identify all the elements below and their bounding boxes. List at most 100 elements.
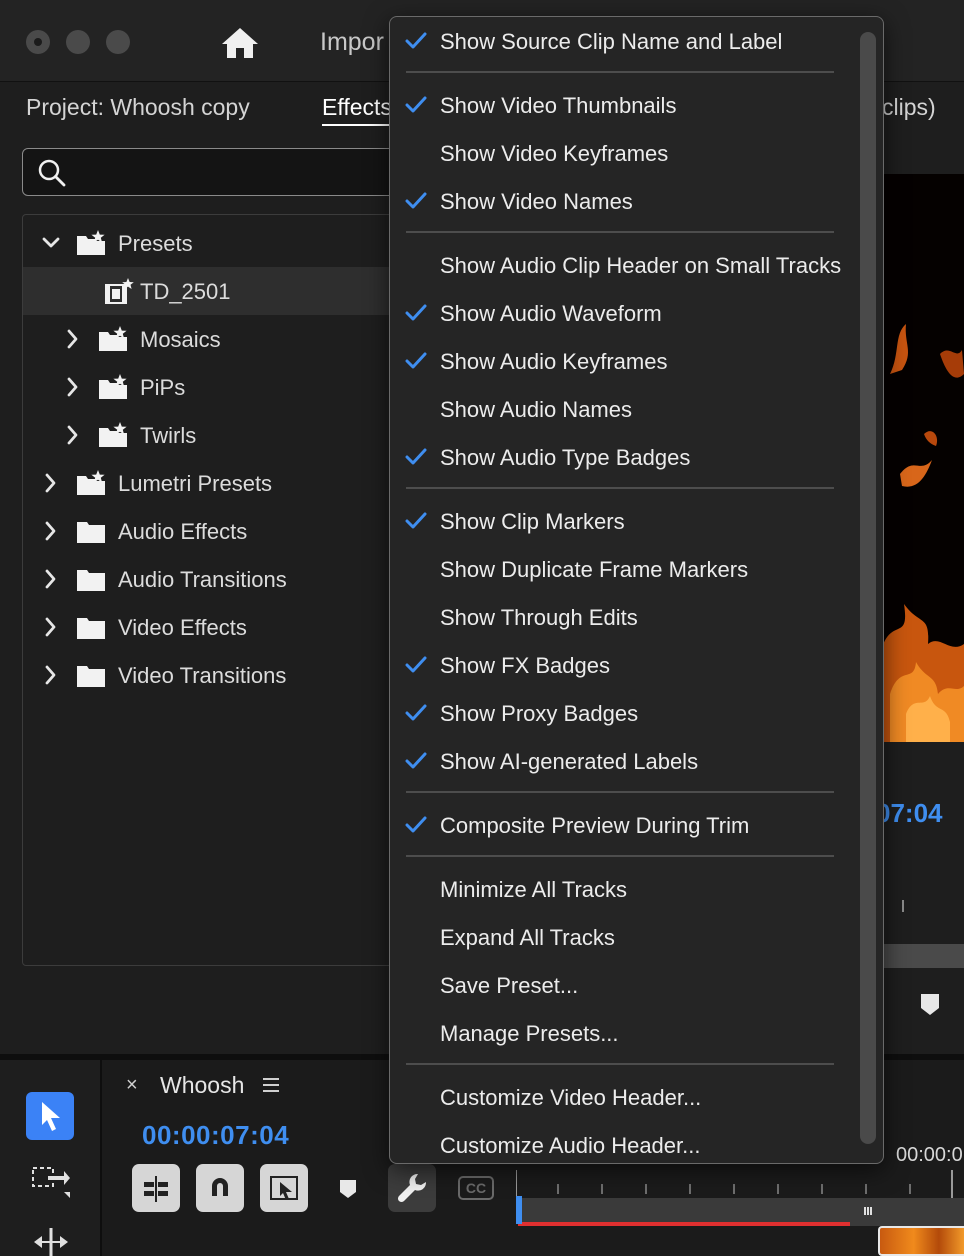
sequence-tab-name[interactable]: Whoosh: [160, 1072, 244, 1099]
tree-item-label: Twirls: [140, 423, 197, 448]
tree-item-presets[interactable]: Presets: [23, 219, 401, 267]
linked-selection-icon: [270, 1176, 298, 1200]
checkmark-icon: [405, 32, 427, 49]
menu-item-show-ai-generated-labels[interactable]: Show AI-generated Labels: [405, 741, 845, 781]
tree-item-video-effects[interactable]: Video Effects: [23, 603, 401, 651]
home-icon[interactable]: [220, 26, 260, 60]
menu-scrollbar[interactable]: [860, 32, 876, 1144]
time-ruler[interactable]: [516, 1170, 964, 1200]
preset-folder-icon: [77, 230, 105, 255]
close-window-button[interactable]: [26, 30, 50, 54]
add-marker-icon[interactable]: [338, 1178, 358, 1200]
menu-item-minimize-all-tracks[interactable]: Minimize All Tracks: [405, 869, 845, 909]
selection-tool-button[interactable]: [26, 1092, 74, 1140]
menu-item-show-proxy-badges[interactable]: Show Proxy Badges: [405, 693, 845, 733]
chevron-right-icon[interactable]: [41, 471, 61, 495]
checkmark-icon: [405, 448, 427, 465]
close-sequence-tab-icon[interactable]: ×: [126, 1074, 138, 1097]
menu-item-show-fx-badges[interactable]: Show FX Badges: [405, 645, 845, 685]
menu-item-composite-preview-during-trim[interactable]: Composite Preview During Trim: [405, 805, 845, 845]
checkmark-icon: [405, 816, 427, 833]
chevron-right-icon[interactable]: [41, 519, 61, 543]
program-zoom-scrollbar[interactable]: [880, 944, 964, 968]
video-clip-thumbnail[interactable]: [878, 1226, 964, 1256]
chevron-down-icon[interactable]: [41, 231, 61, 255]
menu-item-show-audio-waveform[interactable]: Show Audio Waveform: [405, 293, 845, 333]
program-timecode[interactable]: 07:04: [876, 798, 943, 829]
menu-item-show-source-clip-name-and-label[interactable]: Show Source Clip Name and Label: [405, 21, 845, 61]
linked-selection-button[interactable]: [260, 1164, 308, 1212]
menu-item-show-through-edits[interactable]: Show Through Edits: [405, 597, 845, 637]
insert-sequence-as-nest-button[interactable]: [132, 1164, 180, 1212]
menu-item-show-duplicate-frame-markers[interactable]: Show Duplicate Frame Markers: [405, 549, 845, 589]
menu-item-label: Save Preset...: [440, 973, 579, 998]
tree-item-audio-effects[interactable]: Audio Effects: [23, 507, 401, 555]
menu-item-manage-presets[interactable]: Manage Presets...: [405, 1013, 845, 1053]
menu-item-show-audio-keyframes[interactable]: Show Audio Keyframes: [405, 341, 845, 381]
scroll-grip-icon: [864, 1207, 872, 1215]
project-tab[interactable]: Project: Whoosh copy: [26, 94, 250, 121]
playhead[interactable]: [516, 1196, 522, 1224]
menu-item-show-audio-clip-header-on-small-tracks[interactable]: Show Audio Clip Header on Small Tracks: [405, 245, 845, 285]
checkmark-icon: [405, 304, 427, 321]
add-marker-icon[interactable]: [918, 992, 942, 1016]
chevron-right-icon[interactable]: [41, 615, 61, 639]
chevron-right-icon[interactable]: [63, 423, 83, 447]
tree-item-label: Presets: [118, 231, 193, 256]
menu-item-show-video-names[interactable]: Show Video Names: [405, 181, 845, 221]
preset-clip-icon: [105, 278, 134, 304]
chevron-right-icon[interactable]: [63, 327, 83, 351]
checkmark-icon: [405, 752, 427, 769]
tree-item-pips[interactable]: PiPs: [23, 363, 401, 411]
effects-tab[interactable]: Effects: [322, 94, 392, 126]
tree-item-mosaics[interactable]: Mosaics: [23, 315, 401, 363]
chevron-right-icon[interactable]: [63, 375, 83, 399]
tree-item-label: Audio Effects: [118, 519, 248, 544]
effects-search-input[interactable]: [22, 148, 402, 196]
menu-item-show-clip-markers[interactable]: Show Clip Markers: [405, 501, 845, 541]
menu-item-label: Customize Video Header...: [440, 1085, 702, 1110]
preset-folder-icon: [99, 374, 127, 399]
track-select-forward-tool-icon[interactable]: [30, 1162, 72, 1202]
import-tab[interactable]: Impor: [320, 28, 384, 57]
tree-item-label: Audio Transitions: [118, 567, 287, 592]
menu-item-expand-all-tracks[interactable]: Expand All Tracks: [405, 917, 845, 957]
tree-item-lumetri-presets[interactable]: Lumetri Presets: [23, 459, 401, 507]
preset-folder-icon: [99, 326, 127, 351]
chevron-right-icon[interactable]: [41, 663, 61, 687]
chevron-right-icon[interactable]: [41, 567, 61, 591]
checkmark-icon: [405, 192, 427, 209]
magnet-icon: [212, 1178, 228, 1196]
zoom-window-button[interactable]: [106, 30, 130, 54]
menu-item-show-audio-names[interactable]: Show Audio Names: [405, 389, 845, 429]
menu-item-label: Show Audio Keyframes: [440, 349, 668, 374]
menu-item-customize-audio-header[interactable]: Customize Audio Header...: [405, 1125, 845, 1165]
checkmark-icon: [405, 704, 427, 721]
media-browser-tab[interactable]: clips): [882, 94, 936, 121]
ripple-edit-tool-icon[interactable]: [30, 1226, 72, 1256]
checkmark-icon: [405, 656, 427, 673]
sequence-timecode[interactable]: 00:00:07:04: [142, 1120, 289, 1151]
tree-item-video-transitions[interactable]: Video Transitions: [23, 651, 401, 699]
tree-item-twirls[interactable]: Twirls: [23, 411, 401, 459]
tree-item-label: PiPs: [140, 375, 186, 400]
snap-button[interactable]: [196, 1164, 244, 1212]
menu-item-show-video-keyframes[interactable]: Show Video Keyframes: [405, 133, 845, 173]
minimize-window-button[interactable]: [66, 30, 90, 54]
timeline-display-settings-button[interactable]: [388, 1164, 436, 1212]
menu-separator: [406, 855, 834, 857]
program-monitor-preview: [880, 174, 964, 742]
captions-button[interactable]: CC: [458, 1176, 494, 1200]
checkmark-icon: [405, 352, 427, 369]
menu-separator: [406, 1063, 834, 1065]
menu-item-save-preset[interactable]: Save Preset...: [405, 965, 845, 1005]
menu-item-customize-video-header[interactable]: Customize Video Header...: [405, 1077, 845, 1117]
menu-item-show-audio-type-badges[interactable]: Show Audio Type Badges: [405, 437, 845, 477]
menu-separator: [406, 231, 834, 233]
menu-item-label: Expand All Tracks: [440, 925, 615, 950]
tree-item-td-2501[interactable]: TD_2501: [23, 267, 401, 315]
tree-item-audio-transitions[interactable]: Audio Transitions: [23, 555, 401, 603]
panel-menu-icon[interactable]: [262, 1076, 280, 1094]
work-area-bar[interactable]: [518, 1222, 850, 1226]
menu-item-show-video-thumbnails[interactable]: Show Video Thumbnails: [405, 85, 845, 125]
